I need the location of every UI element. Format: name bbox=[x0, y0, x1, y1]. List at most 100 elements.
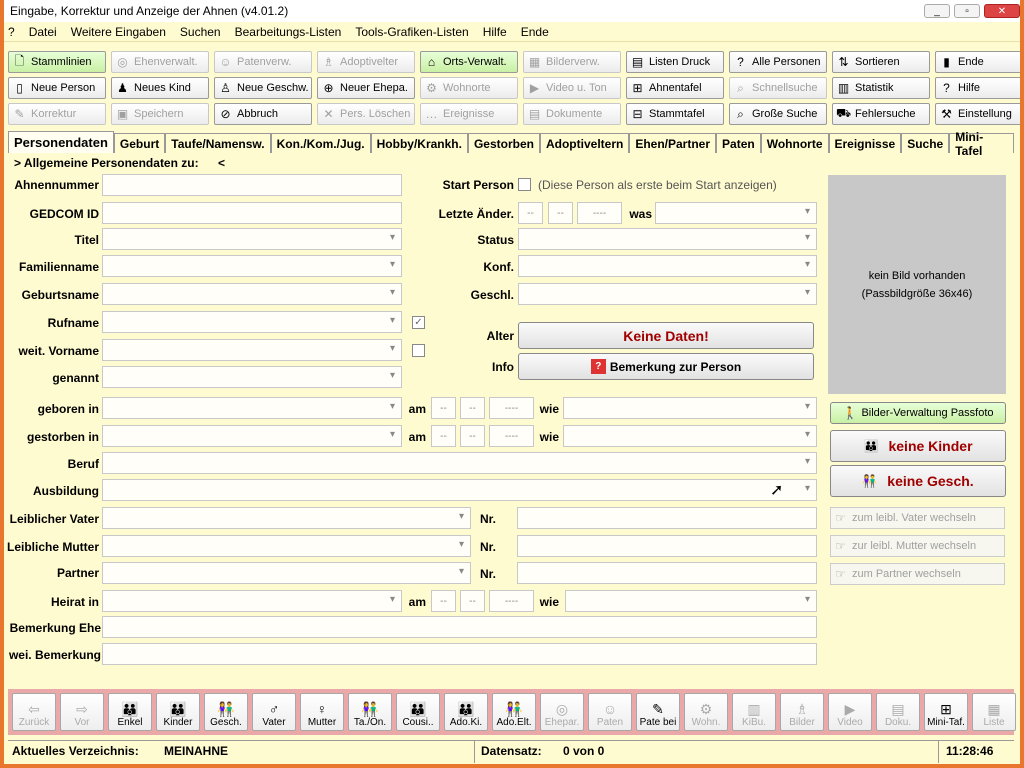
adoptivelter-button[interactable]: ♗ Adoptivelter bbox=[317, 51, 415, 73]
wohnorte-button[interactable]: ⚙ Wohnorte bbox=[420, 77, 518, 99]
close-button[interactable]: ✕ bbox=[984, 4, 1020, 18]
tab-paten[interactable]: Paten bbox=[716, 133, 761, 153]
orts-verwalt-button[interactable]: ⌂ Orts-Verwalt. bbox=[420, 51, 518, 73]
dokumente-button[interactable]: ▤ Dokumente bbox=[523, 103, 621, 125]
nav-vater-button[interactable]: ♂ Vater bbox=[252, 693, 296, 731]
nav-zurück-button[interactable]: ⇦ Zurück bbox=[12, 693, 56, 731]
gestorben-combo[interactable] bbox=[102, 425, 402, 447]
geburtsname-combo[interactable] bbox=[102, 283, 402, 305]
nav-ta-on-button[interactable]: 👫 Ta./On. bbox=[348, 693, 392, 731]
rufname-combo[interactable] bbox=[102, 311, 402, 333]
zum-vater-button[interactable]: ☞ zum leibl. Vater wechseln bbox=[830, 507, 1005, 529]
große-suche-button[interactable]: ⌕ Große Suche bbox=[729, 103, 827, 125]
status-combo[interactable] bbox=[518, 228, 817, 250]
sortieren-button[interactable]: ⇅ Sortieren bbox=[832, 51, 930, 73]
nav-liste-button[interactable]: ▦ Liste bbox=[972, 693, 1016, 731]
ahnennummer-input[interactable] bbox=[102, 174, 402, 196]
geschl-combo[interactable] bbox=[518, 283, 817, 305]
gestorben-wie-combo[interactable] bbox=[563, 425, 817, 447]
gestorben-month[interactable]: -- bbox=[460, 425, 485, 447]
stammlinien-button[interactable]: 🗋 Stammlinien bbox=[8, 51, 106, 73]
tab-ehen-partner[interactable]: Ehen/Partner bbox=[629, 133, 717, 153]
heirat-day[interactable]: -- bbox=[431, 590, 456, 612]
einstellung-button[interactable]: ⚒ Einstellung bbox=[935, 103, 1020, 125]
nav-cousi-button[interactable]: 👪 Cousi.. bbox=[396, 693, 440, 731]
tab-adoptiveltern[interactable]: Adoptiveltern bbox=[539, 133, 630, 153]
nav-enkel-button[interactable]: 👪 Enkel bbox=[108, 693, 152, 731]
zur-mutter-button[interactable]: ☞ zur leibl. Mutter wechseln bbox=[830, 535, 1005, 557]
neuer-ehepa-button[interactable]: ⊕ Neuer Ehepa. bbox=[317, 77, 415, 99]
nav-paten-button[interactable]: ☺ Paten bbox=[588, 693, 632, 731]
nav-ehepar-button[interactable]: ◎ Ehepar. bbox=[540, 693, 584, 731]
nav-kinder-button[interactable]: 👪 Kinder bbox=[156, 693, 200, 731]
nav-gesch-button[interactable]: 👫 Gesch. bbox=[204, 693, 248, 731]
tab-geburt[interactable]: Geburt bbox=[113, 133, 166, 153]
tab-ereignisse[interactable]: Ereignisse bbox=[828, 133, 902, 153]
gestorben-year[interactable]: ---- bbox=[489, 425, 534, 447]
neues-kind-button[interactable]: ♟ Neues Kind bbox=[111, 77, 209, 99]
zum-partner-button[interactable]: ☞ zum Partner wechseln bbox=[830, 563, 1005, 585]
nav-ado-ki-button[interactable]: 👪 Ado.Ki. bbox=[444, 693, 488, 731]
beruf-combo[interactable] bbox=[102, 452, 817, 474]
hilfe-button[interactable]: ? Hilfe bbox=[935, 77, 1020, 99]
menu-suchen[interactable]: Suchen bbox=[180, 25, 221, 39]
geboren-combo[interactable] bbox=[102, 397, 402, 419]
letzte-month[interactable]: -- bbox=[548, 202, 573, 224]
bemerkung-button[interactable]: ? Bemerkung zur Person bbox=[518, 353, 814, 380]
tab-gestorben[interactable]: Gestorben bbox=[467, 133, 540, 153]
nav-mini-taf-button[interactable]: ⊞ Mini-Taf. bbox=[924, 693, 968, 731]
keine-kinder-button[interactable]: 👪 keine Kinder bbox=[830, 430, 1006, 462]
fehlersuche-button[interactable]: ⛟ Fehlersuche bbox=[832, 103, 930, 125]
nav-ado-elt-button[interactable]: 👫 Ado.Elt. bbox=[492, 693, 536, 731]
heirat-month[interactable]: -- bbox=[460, 590, 485, 612]
stammtafel-button[interactable]: ⊟ Stammtafel bbox=[626, 103, 724, 125]
vater-nr-input[interactable] bbox=[517, 507, 817, 529]
heirat-wie-combo[interactable] bbox=[565, 590, 817, 612]
tab-hobby-krankh[interactable]: Hobby/Krankh. bbox=[370, 133, 468, 153]
tab-personendaten[interactable]: Personendaten bbox=[8, 131, 114, 153]
menu-bearbeitungs-listen[interactable]: Bearbeitungs-Listen bbox=[235, 25, 342, 39]
letzte-day[interactable]: -- bbox=[518, 202, 543, 224]
menu-help-q[interactable]: ? bbox=[8, 25, 15, 39]
neue-geschw-button[interactable]: ♙ Neue Geschw. bbox=[214, 77, 312, 99]
geboren-wie-combo[interactable] bbox=[563, 397, 817, 419]
abbruch-button[interactable]: ⊘ Abbruch bbox=[214, 103, 312, 125]
gedcom-input[interactable] bbox=[102, 202, 402, 224]
patenverw-button[interactable]: ☺ Patenverw. bbox=[214, 51, 312, 73]
video-u-ton-button[interactable]: ▶ Video u. Ton bbox=[523, 77, 621, 99]
bemerkung-ehe-input[interactable] bbox=[102, 616, 817, 638]
tab-mini-tafel[interactable]: Mini-Tafel bbox=[949, 130, 1014, 158]
geboren-month[interactable]: -- bbox=[460, 397, 485, 419]
nav-vor-button[interactable]: ⇨ Vor bbox=[60, 693, 104, 731]
ausbildung-combo[interactable] bbox=[102, 479, 817, 501]
weit-vorname-checkbox[interactable] bbox=[412, 344, 425, 357]
rufname-checkbox[interactable]: ✓ bbox=[412, 316, 425, 329]
nav-doku-button[interactable]: ▤ Doku. bbox=[876, 693, 920, 731]
geboren-year[interactable]: ---- bbox=[489, 397, 534, 419]
ereignisse-button[interactable]: … Ereignisse bbox=[420, 103, 518, 125]
heirat-year[interactable]: ---- bbox=[489, 590, 534, 612]
genannt-combo[interactable] bbox=[102, 366, 402, 388]
listen-druck-button[interactable]: ▤ Listen Druck bbox=[626, 51, 724, 73]
nav-wohn-button[interactable]: ⚙ Wohn. bbox=[684, 693, 728, 731]
letzte-year[interactable]: ---- bbox=[577, 202, 622, 224]
menu-tools-grafiken-listen[interactable]: Tools-Grafiken-Listen bbox=[355, 25, 468, 39]
korrektur-button[interactable]: ✎ Korrektur bbox=[8, 103, 106, 125]
familienname-combo[interactable] bbox=[102, 255, 402, 277]
wei-bemerkung-input[interactable] bbox=[102, 643, 817, 665]
tab-kon-kom-jug[interactable]: Kon./Kom./Jug. bbox=[270, 133, 371, 153]
alle-personen-button[interactable]: ? Alle Personen bbox=[729, 51, 827, 73]
tab-taufe-namensw[interactable]: Taufe/Namensw. bbox=[165, 133, 271, 153]
ahnentafel-button[interactable]: ⊞ Ahnentafel bbox=[626, 77, 724, 99]
nav-kibu-button[interactable]: ▥ KiBu. bbox=[732, 693, 776, 731]
weit-vorname-combo[interactable] bbox=[102, 339, 402, 361]
tab-suche[interactable]: Suche bbox=[901, 133, 950, 153]
nav-video-button[interactable]: ▶ Video bbox=[828, 693, 872, 731]
konf-combo[interactable] bbox=[518, 255, 817, 277]
schnellsuche-button[interactable]: ⌕ Schnellsuche bbox=[729, 77, 827, 99]
gestorben-day[interactable]: -- bbox=[431, 425, 456, 447]
titel-combo[interactable] bbox=[102, 228, 402, 250]
menu-ende[interactable]: Ende bbox=[521, 25, 549, 39]
menu-datei[interactable]: Datei bbox=[29, 25, 57, 39]
bilderverw-button[interactable]: ▦ Bilderverw. bbox=[523, 51, 621, 73]
